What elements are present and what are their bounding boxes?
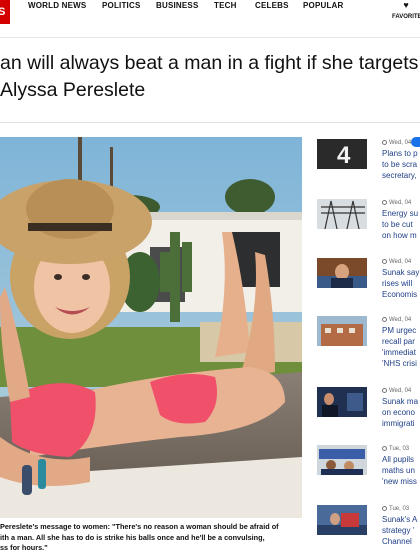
top-navigation: S WORLD NEWS POLITICS BUSINESS TECH CELE… [0,0,420,38]
sidebar-story[interactable]: 4 Wed, 04 Plans to p to be scra secretar… [317,139,420,187]
story-thumbnail[interactable] [317,199,367,229]
story-title-line[interactable]: Energy su [382,208,420,219]
story-title-line[interactable]: secretary, [382,170,420,181]
story-title-line[interactable]: All pupils [382,454,420,465]
story-thumbnail[interactable] [317,258,367,288]
nav-politics[interactable]: POLITICS [102,0,141,12]
nav-tech[interactable]: TECH [214,0,237,12]
story-date: Wed, 04 [382,387,420,396]
sidebar-story[interactable]: Tue, 03 All pupils maths un 'new miss [317,445,420,493]
story-date: Wed, 04 [382,139,420,148]
clock-icon [382,316,387,322]
story-title-line[interactable]: maths un [382,465,420,476]
story-title-line[interactable]: immigrati [382,418,420,429]
article-byline: Alyssa Pereslete [0,79,146,101]
story-thumbnail[interactable] [317,316,367,346]
story-date: Tue, 03 [382,445,420,454]
story-title-line[interactable]: PM urgec [382,325,420,336]
story-date: Tue, 03 [382,505,420,514]
story-title-line[interactable]: strategy ' [382,525,420,536]
story-title-line[interactable]: Economis [382,289,420,300]
favorites-label: FAVORITE [392,14,420,20]
caption-line: ss for hours." [0,543,48,552]
story-title-line[interactable]: to be cut [382,219,420,230]
caption-line: ith a man. All she has to do is strike h… [0,532,265,542]
article-photo [0,137,302,518]
article-headline: an will always beat a man in a fight if … [0,52,419,74]
story-title-line[interactable]: Sunak ma [382,396,420,407]
sidebar-story[interactable]: Wed, 04 Energy su to be cut on how m [317,199,420,247]
story-title-line[interactable]: 'NHS crisi [382,358,420,369]
sidebar-story[interactable]: Tue, 03 Sunak's A strategy ' Channel [317,505,420,553]
clock-icon [382,199,387,205]
sidebar-story[interactable]: Wed, 04 Sunak say rises will Economis [317,258,420,306]
story-date: Wed, 04 [382,316,420,325]
site-logo[interactable]: S [0,0,10,24]
nav-popular[interactable]: POPULAR [303,0,344,12]
story-title-line[interactable]: 'new miss [382,476,420,487]
clock-icon [382,445,387,451]
nav-world-news[interactable]: WORLD NEWS [28,0,86,12]
nav-business[interactable]: BUSINESS [156,0,199,12]
story-title-line[interactable]: Channel [382,536,420,547]
story-title-line[interactable]: rises will [382,278,420,289]
story-title-line[interactable]: to be scra [382,159,420,170]
clock-icon [382,505,387,511]
clock-icon [382,139,387,145]
story-thumbnail[interactable]: 4 [317,139,367,169]
story-title-line[interactable]: on how m [382,230,420,241]
svg-text:4: 4 [337,142,351,169]
favorites-button[interactable]: ♥ FAVORITE [392,0,420,21]
sidebar-story[interactable]: Wed, 04 Sunak ma on econo immigrati [317,387,420,435]
story-title-line[interactable]: Sunak's A [382,514,420,525]
story-title-line[interactable]: 'immediat [382,347,420,358]
header-divider [0,122,420,123]
sidebar-story[interactable]: Wed, 04 PM urgec recall par 'immediat 'N… [317,316,420,368]
heart-icon: ♥ [403,0,409,10]
story-thumbnail[interactable] [317,387,367,417]
story-date: Wed, 04 [382,199,420,208]
clock-icon [382,258,387,264]
photo-caption: Pereslete's message to women: "There's n… [0,522,305,554]
story-title-line[interactable]: recall par [382,336,420,347]
caption-line: Pereslete's message to women: "There's n… [0,522,279,531]
story-thumbnail[interactable] [317,505,367,535]
story-date: Wed, 04 [382,258,420,267]
story-thumbnail[interactable] [317,445,367,475]
story-title-line[interactable]: on econo [382,407,420,418]
story-title-line[interactable]: Sunak say [382,267,420,278]
nav-celebs[interactable]: CELEBS [255,0,289,12]
story-title-line[interactable]: Plans to p [382,148,420,159]
clock-icon [382,387,387,393]
